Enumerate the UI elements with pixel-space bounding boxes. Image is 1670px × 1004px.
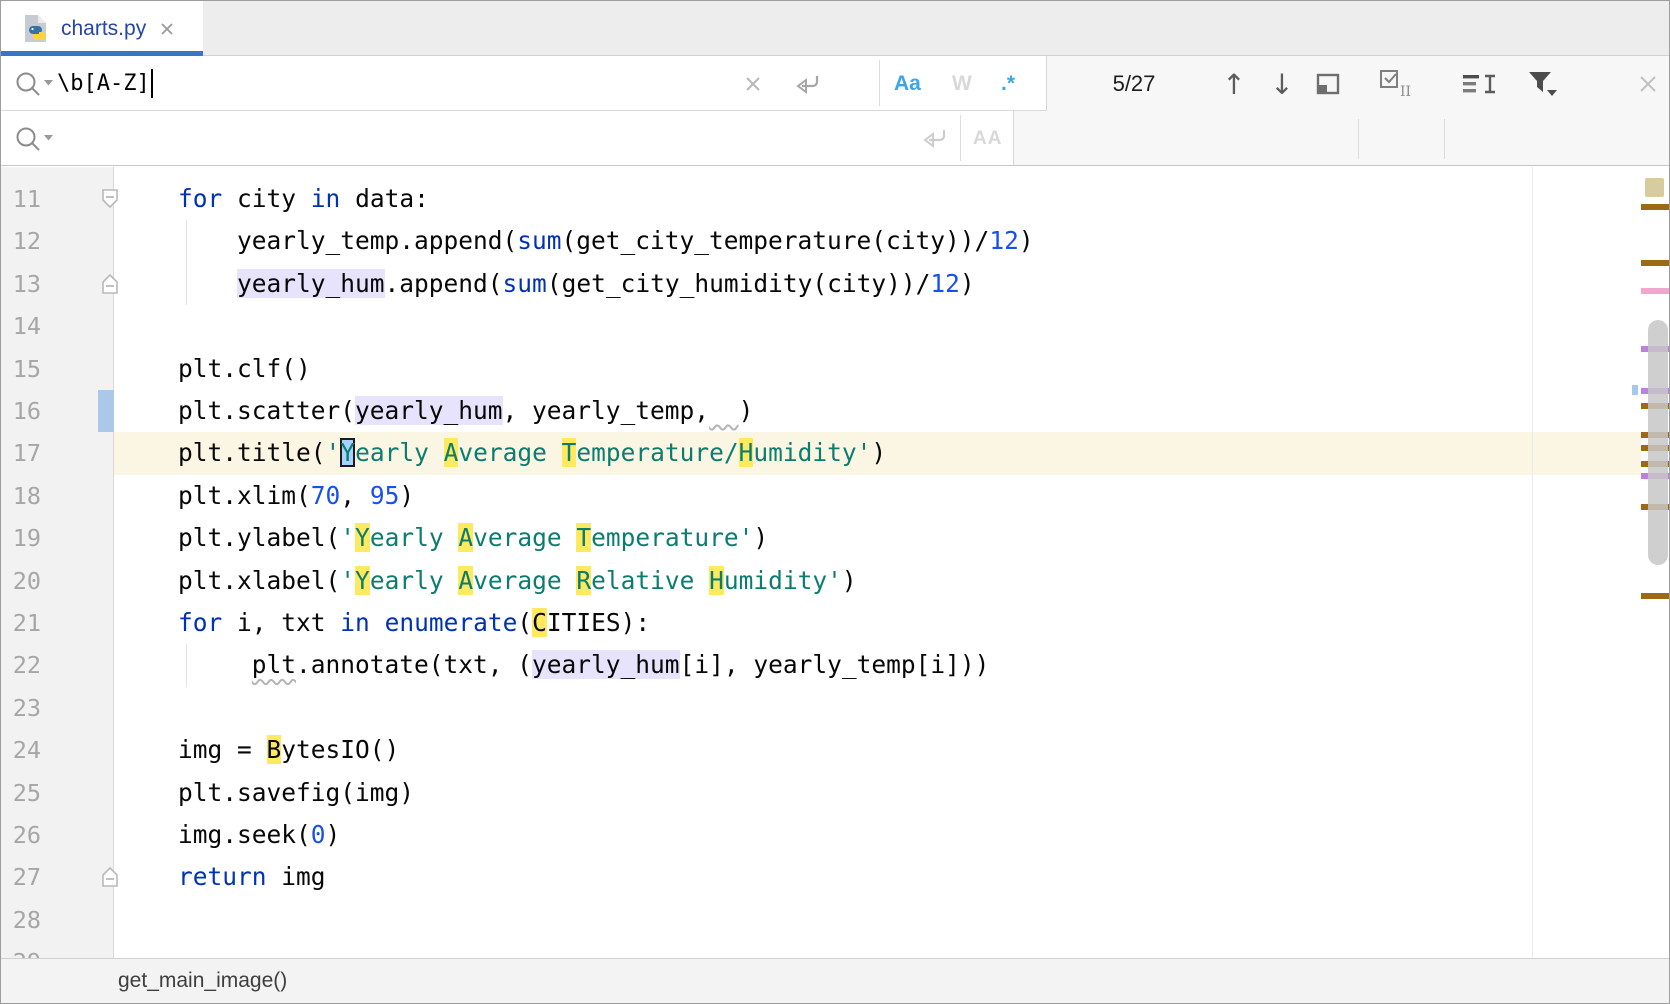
line-number-26: 26 <box>1 814 41 857</box>
code-line-15[interactable]: plt.clf() <box>119 348 311 390</box>
separator <box>1444 119 1445 159</box>
code-line-12[interactable]: yearly_temp.append(sum(get_city_temperat… <box>119 220 1034 262</box>
code-line-13[interactable]: yearly_hum.append(sum(get_city_humidity(… <box>119 263 975 305</box>
replace-input[interactable]: AA <box>1 111 1014 165</box>
search-history-icon[interactable] <box>13 70 55 98</box>
code-line-17[interactable]: plt.title('Yearly Average Temperature/Hu… <box>119 432 886 474</box>
toggle-words[interactable]: W <box>952 56 972 111</box>
next-match-button[interactable]: ↓ <box>1267 68 1297 100</box>
line-number-28: 28 <box>1 899 41 942</box>
breadcrumb-bar: get_main_image() <box>1 958 1669 1003</box>
separator <box>1358 119 1359 159</box>
code-line-24[interactable]: img = BytesIO() <box>119 729 399 771</box>
code-line-11[interactable]: for city in data: <box>119 178 429 220</box>
previous-match-button[interactable]: ↑ <box>1219 68 1249 100</box>
ide-window: charts.py \b[A-Z] <box>0 0 1670 1004</box>
toggle-match-case[interactable]: Aa <box>894 56 921 111</box>
line-number-13: 13 <box>1 263 41 306</box>
line-number-25: 25 <box>1 772 41 815</box>
open-results-in-tool-window-button[interactable] <box>1313 71 1343 97</box>
line-number-12: 12 <box>1 220 41 263</box>
line-number-16: 16 <box>1 390 41 433</box>
stripe-mark <box>1641 593 1669 599</box>
line-number-11: 11 <box>1 178 41 221</box>
line-number-22: 22 <box>1 644 41 687</box>
fold-marker-line-13[interactable] <box>100 273 120 295</box>
line-number-15: 15 <box>1 348 41 391</box>
replace-newline-icon[interactable] <box>921 126 949 150</box>
clear-search-icon[interactable] <box>741 72 765 96</box>
line-number-27: 27 <box>1 856 41 899</box>
line-number-23: 23 <box>1 687 41 730</box>
line-number-24: 24 <box>1 729 41 772</box>
breadcrumb-item[interactable]: get_main_image() <box>118 969 287 993</box>
code-line-21[interactable]: for i, txt in enumerate(CITIES): <box>119 602 650 644</box>
fold-marker-line-11[interactable] <box>100 188 120 210</box>
tab-label: charts.py <box>61 17 146 41</box>
change-stripe-tick <box>1632 385 1638 395</box>
stripe-mark <box>1641 288 1669 294</box>
insert-newline-icon[interactable] <box>794 72 822 96</box>
code-line-27[interactable]: return img <box>119 856 326 898</box>
tab-close-icon[interactable] <box>160 22 174 36</box>
analyzer-status-widget[interactable] <box>1645 178 1664 197</box>
right-margin-guide <box>1532 167 1533 958</box>
code-line-18[interactable]: plt.xlim(70, 95) <box>119 475 414 517</box>
code-line-26[interactable]: img.seek(0) <box>119 814 340 856</box>
tab-charts-py[interactable]: charts.py <box>1 1 203 56</box>
line-number-14: 14 <box>1 305 41 348</box>
separator <box>960 115 961 161</box>
search-query-text: \b[A-Z] <box>57 71 150 96</box>
python-file-icon <box>21 13 51 45</box>
code-line-19[interactable]: plt.ylabel('Yearly Average Temperature') <box>119 517 768 559</box>
toggle-regex[interactable]: .* <box>1001 56 1015 111</box>
match-counter: 5/27 <box>1076 56 1192 111</box>
line-number-18: 18 <box>1 475 41 518</box>
code-line-22[interactable]: plt.annotate(txt, (yearly_hum[i], yearly… <box>119 644 989 686</box>
select-all-occurrences-button[interactable]: II <box>1379 70 1421 98</box>
replace-history-icon[interactable] <box>13 125 55 153</box>
code-line-16[interactable]: plt.scatter(yearly_hum, yearly_temp, ) <box>119 390 753 432</box>
text-caret <box>151 69 153 98</box>
close-search-bar-button[interactable] <box>1635 71 1661 97</box>
stripe-mark <box>1641 204 1669 210</box>
search-input[interactable]: \b[A-Z] Aa W .* <box>1 56 1047 111</box>
fold-marker-line-27[interactable] <box>100 866 120 888</box>
line-number-29: 29 <box>1 941 41 958</box>
change-marker <box>98 390 114 432</box>
line-number-21: 21 <box>1 602 41 645</box>
line-number-20: 20 <box>1 560 41 603</box>
find-replace-panel: \b[A-Z] Aa W .* 5/27 ↑ ↓ <box>1 56 1669 166</box>
separator <box>879 60 880 106</box>
filter-search-button[interactable] <box>1525 70 1561 98</box>
editor-tab-bar: charts.py <box>1 1 1669 56</box>
search-in-selection-button[interactable] <box>1461 71 1497 97</box>
code-line-25[interactable]: plt.savefig(img) <box>119 772 414 814</box>
line-number-19: 19 <box>1 517 41 560</box>
code-editor[interactable]: for city in data: yearly_temp.append(sum… <box>1 167 1670 958</box>
code-line-20[interactable]: plt.xlabel('Yearly Average Relative Humi… <box>119 560 857 602</box>
stripe-mark <box>1641 260 1669 266</box>
preserve-case-toggle[interactable]: AA <box>973 111 1002 166</box>
scrollbar-thumb[interactable] <box>1648 320 1668 565</box>
svg-text:II: II <box>1400 84 1411 99</box>
line-number-17: 17 <box>1 432 41 475</box>
